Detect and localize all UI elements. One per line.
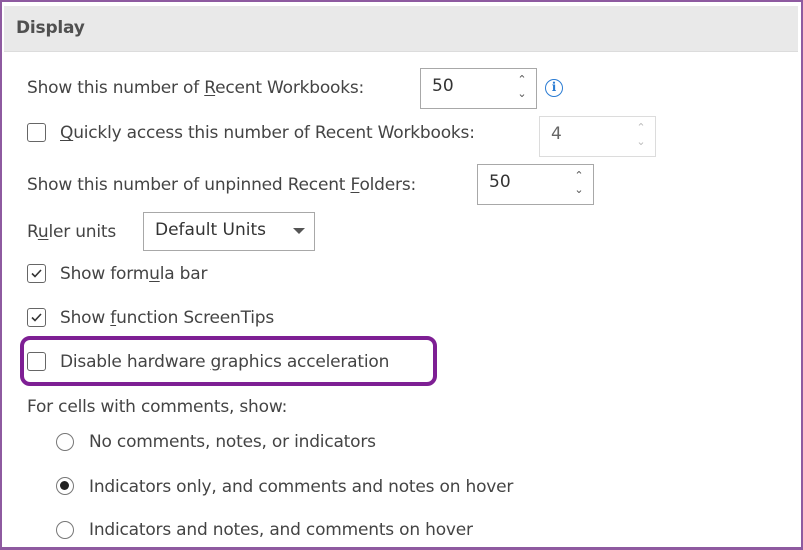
info-icon[interactable]: i [545,79,563,97]
label-text: Disable hardware [60,352,211,372]
comments-option-radio[interactable] [56,521,74,539]
spin-up-icon[interactable]: ⌃ [516,74,528,86]
spin-down-icon: ⌄ [636,135,646,148]
radio-dot-icon [60,481,69,490]
checkmark-icon [31,269,42,278]
access-key: u [37,222,49,242]
access-key: g [210,352,222,372]
spin-down-icon[interactable]: ⌄ [573,184,585,196]
label-text: Show this number of [27,78,205,98]
comments-option-radio[interactable] [56,433,74,451]
quick-access-spinner: 4 ⌃ ⌄ [539,116,656,157]
dropdown-arrow-icon[interactable] [293,228,305,234]
label-text: Show this number of unpinned Recent [27,175,351,195]
show-formula-bar-checkbox[interactable] [27,264,46,283]
comments-option-label[interactable]: No comments, notes, or indicators [89,432,376,452]
show-formula-bar-label[interactable]: Show formula bar [60,264,207,284]
recent-folders-spinner[interactable]: 50 ⌃ ⌄ [477,164,594,205]
recent-folders-value[interactable]: 50 [489,172,511,192]
label-text: Show form [60,264,150,284]
spin-down-icon[interactable]: ⌄ [516,88,528,100]
label-text: R [27,222,38,242]
checkmark-icon [31,313,42,322]
spin-up-icon[interactable]: ⌃ [573,170,585,182]
access-key: u [149,264,160,284]
label-text: ecent Workbooks: [215,78,365,98]
access-key: R [204,78,216,98]
label-text: raphics acceleration [221,352,390,372]
show-screentips-label[interactable]: Show function ScreenTips [60,308,274,328]
recent-workbooks-value[interactable]: 50 [432,76,454,96]
recent-workbooks-label: Show this number of Recent Workbooks: [27,78,364,98]
section-title: Display [16,18,85,38]
comments-option-label[interactable]: Indicators only, and comments and notes … [89,477,513,497]
label-text: uickly access this number of Recent Work… [73,123,475,143]
quick-access-label[interactable]: Quickly access this number of Recent Wor… [60,123,475,143]
spin-up-icon: ⌃ [636,121,646,134]
label-text: ler units [48,222,117,242]
quick-access-value: 4 [551,124,562,144]
recent-workbooks-spinner[interactable]: 50 ⌃ ⌄ [420,68,537,109]
quick-access-checkbox[interactable] [27,123,46,142]
comments-label: For cells with comments, show: [27,397,288,417]
section-header: Display [4,6,798,52]
comments-option-radio-selected[interactable] [56,477,74,495]
disable-hw-accel-label[interactable]: Disable hardware graphics acceleration [60,352,389,372]
label-text: olders: [359,175,417,195]
label-text: Show [60,308,111,328]
disable-hw-accel-checkbox[interactable] [27,352,46,371]
access-key: Q [60,123,74,143]
recent-folders-label: Show this number of unpinned Recent Fold… [27,175,416,195]
label-text: unction ScreenTips [116,308,275,328]
label-text: la bar [159,264,208,284]
show-screentips-checkbox[interactable] [27,308,46,327]
comments-option-label[interactable]: Indicators and notes, and comments on ho… [89,520,473,540]
ruler-units-label: Ruler units [27,222,116,242]
ruler-units-dropdown[interactable]: Default Units [143,212,315,251]
ruler-units-selected[interactable]: Default Units [155,220,266,240]
